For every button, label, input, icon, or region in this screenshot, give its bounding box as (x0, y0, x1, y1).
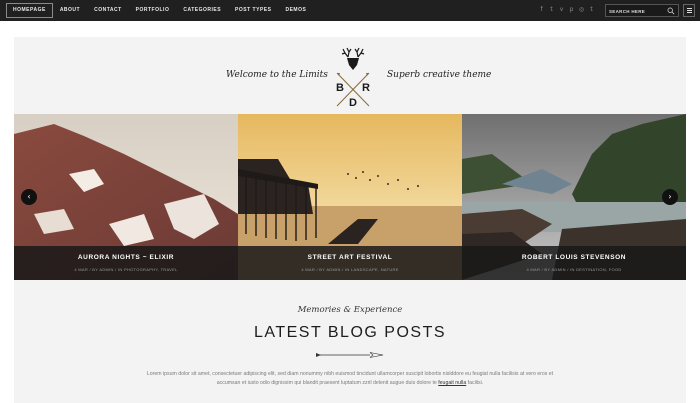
slide-aurora-nights[interactable]: AURORA NIGHTS ~ ELIXIR 4 MAR / BY ADMIN … (14, 114, 238, 280)
logo-letter-r: R (362, 82, 370, 94)
facebook-icon[interactable]: f (538, 6, 545, 14)
featured-slider: AURORA NIGHTS ~ ELIXIR 4 MAR / BY ADMIN … (14, 114, 686, 280)
vimeo-icon[interactable]: v (558, 6, 565, 14)
tagline-text: Superb creative theme (387, 70, 492, 80)
nav-item-contact[interactable]: CONTACT (87, 3, 129, 18)
intro-text-end: facilisi. (466, 380, 484, 386)
site-logo[interactable]: B R D (328, 43, 378, 109)
slide-title[interactable]: ROBERT LOUIS STEVENSON (462, 254, 686, 261)
slide-caption: STREET ART FESTIVAL 4 MAR / BY ADMIN / I… (238, 246, 462, 280)
nav-item-categories[interactable]: CATEGORIES (176, 3, 228, 18)
search-icon[interactable] (667, 7, 675, 15)
blog-intro-text: Lorem ipsum dolor sit amet, consectetuer… (142, 370, 558, 388)
pinterest-icon[interactable]: p (568, 6, 575, 14)
chevron-right-icon[interactable]: › (662, 189, 678, 205)
arrow-divider-icon (316, 352, 384, 358)
slide-title[interactable]: STREET ART FESTIVAL (238, 254, 462, 261)
main-content: Welcome to the Limits B R D Superb creat… (14, 37, 686, 403)
social-links: f t v p ◎ t (538, 6, 595, 14)
logo-letter-b: B (336, 82, 344, 94)
nav-item-portfolio[interactable]: PORTFOLIO (129, 3, 177, 18)
top-navigation-bar: HOMEPAGE ABOUT CONTACT PORTFOLIO CATEGOR… (0, 0, 700, 21)
welcome-text: Welcome to the Limits (226, 70, 328, 80)
intro-link[interactable]: feugait nulla (438, 380, 466, 386)
nav-item-about[interactable]: ABOUT (53, 3, 87, 18)
hamburger-icon[interactable] (683, 4, 695, 17)
site-header: Welcome to the Limits B R D Superb creat… (14, 37, 686, 114)
chevron-left-icon[interactable]: ‹ (21, 189, 37, 205)
slide-street-art-festival[interactable]: STREET ART FESTIVAL 4 MAR / BY ADMIN / I… (238, 114, 462, 280)
main-menu: HOMEPAGE ABOUT CONTACT PORTFOLIO CATEGOR… (6, 3, 313, 18)
logo-letter-d: D (349, 97, 357, 109)
search-input[interactable] (609, 6, 667, 16)
slide-meta: 4 MAR / BY ADMIN / IN DESTINATION, FOOD (526, 267, 622, 272)
nav-item-post-types[interactable]: POST TYPES (228, 3, 278, 18)
intro-text-start: Lorem ipsum dolor sit amet, consectetuer… (146, 371, 554, 386)
slide-caption: AURORA NIGHTS ~ ELIXIR 4 MAR / BY ADMIN … (14, 246, 238, 280)
slide-title[interactable]: AURORA NIGHTS ~ ELIXIR (14, 254, 238, 261)
twitter-icon[interactable]: t (548, 6, 555, 14)
deer-icon (341, 47, 365, 70)
tumblr-icon[interactable]: t (588, 6, 595, 14)
nav-item-homepage[interactable]: HOMEPAGE (6, 3, 53, 18)
nav-item-demos[interactable]: DEMOS (278, 3, 313, 18)
search-box (605, 4, 679, 17)
slide-meta: 4 MAR / BY ADMIN / IN PHOTOGRAPHY, TRAVE… (74, 267, 178, 272)
blog-section-title: LATEST BLOG POSTS (253, 324, 447, 341)
slide-robert-louis-stevenson[interactable]: ROBERT LOUIS STEVENSON 4 MAR / BY ADMIN … (462, 114, 686, 280)
dribbble-icon[interactable]: ◎ (578, 6, 585, 14)
slide-caption: ROBERT LOUIS STEVENSON 4 MAR / BY ADMIN … (462, 246, 686, 280)
blog-kicker: Memories & Experience (297, 305, 403, 315)
slide-meta: 4 MAR / BY ADMIN / IN LANDSCAPE, NATURE (301, 267, 399, 272)
